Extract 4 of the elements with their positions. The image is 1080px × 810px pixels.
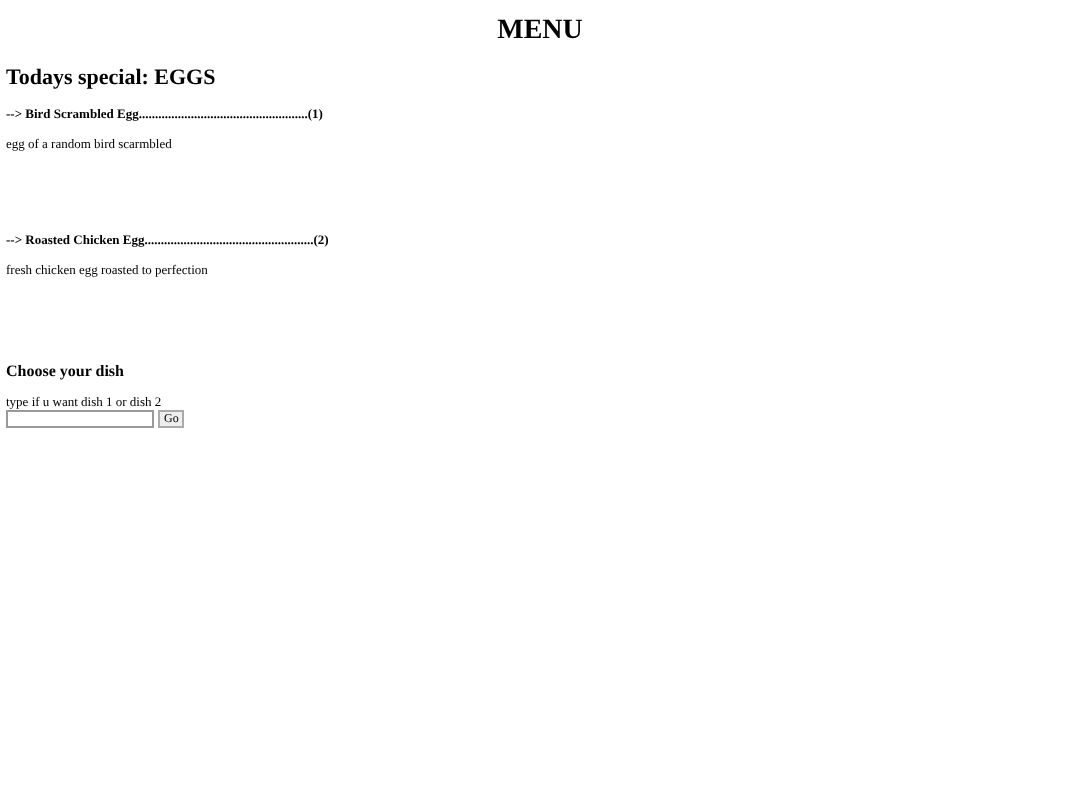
special-heading: Todays special: EGGS: [6, 66, 218, 90]
dish-input-field[interactable]: [6, 410, 154, 428]
page-title: MENU: [495, 16, 585, 48]
choose-heading: Choose your dish: [6, 362, 126, 380]
